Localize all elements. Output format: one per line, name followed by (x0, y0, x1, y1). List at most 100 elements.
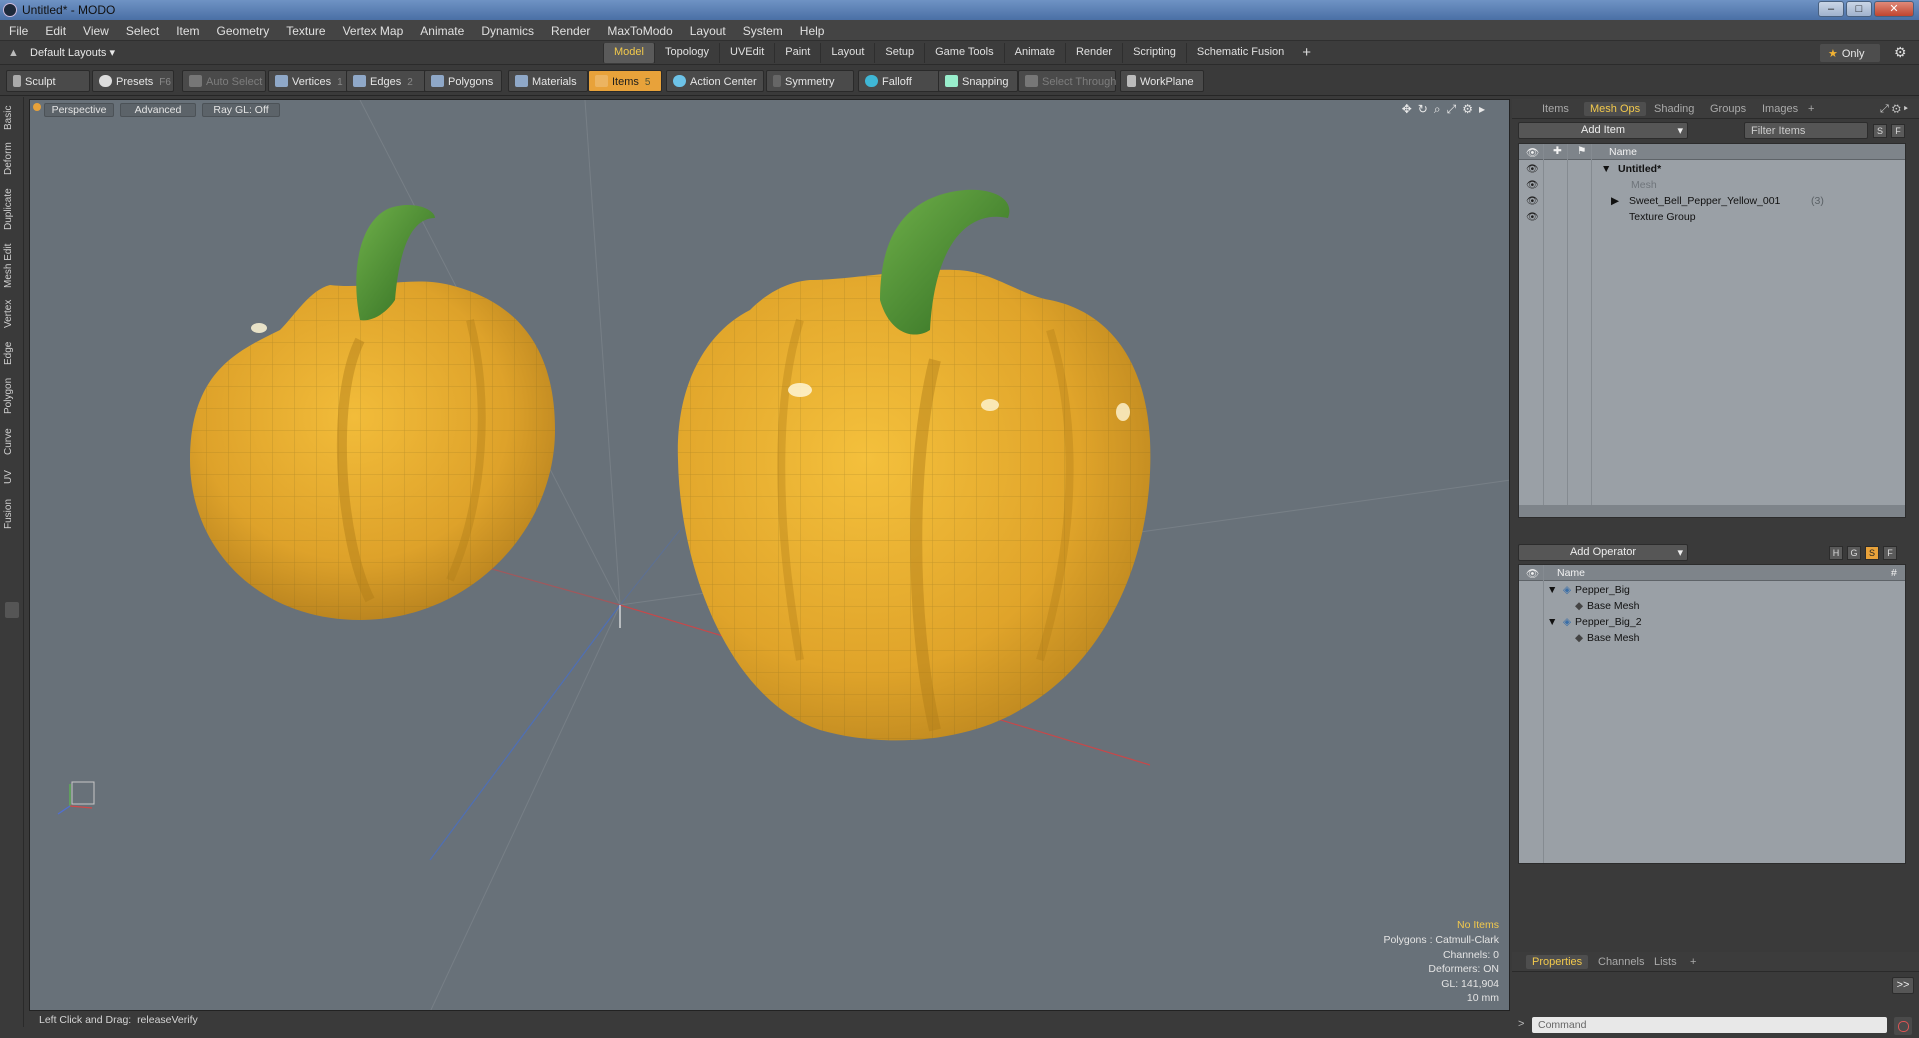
record-macro-button[interactable] (1894, 1017, 1912, 1035)
menu-system[interactable]: System (734, 20, 791, 41)
tab-layout[interactable]: Layout (820, 43, 874, 63)
panel-expand-icon[interactable]: ⤢ ⚙ ▸ (1874, 102, 1914, 117)
add-properties-tab-button[interactable]: + (1684, 955, 1702, 969)
menu-layout[interactable]: Layout (681, 20, 734, 41)
g-toggle-button[interactable]: G (1847, 546, 1861, 560)
shading-mode-button[interactable]: Advanced (120, 103, 196, 117)
s-filter-button[interactable]: S (1865, 546, 1879, 560)
expand-arrow-icon[interactable]: ▼ (1547, 584, 1557, 596)
tab-items[interactable]: Items (1536, 102, 1575, 116)
expand-properties-button[interactable]: >> (1892, 977, 1914, 994)
menu-edit[interactable]: Edit (36, 20, 74, 41)
menu-animate[interactable]: Animate (411, 20, 472, 41)
symmetry-button[interactable]: Symmetry (766, 70, 854, 92)
sculpt-button[interactable]: Sculpt (6, 70, 90, 92)
tab-game-tools[interactable]: Game Tools (924, 43, 1004, 63)
menu-geometry[interactable]: Geometry (208, 20, 278, 41)
vtab-curve[interactable]: Curve (3, 425, 21, 459)
tabs-options-button[interactable] (5, 602, 19, 618)
action-center-button[interactable]: Action Center (666, 70, 764, 92)
vtab-uv[interactable]: UV (3, 467, 21, 487)
maximize-button[interactable]: □ (1846, 1, 1872, 17)
only-toggle[interactable]: ★ Only (1820, 44, 1880, 62)
menu-maxtomodo[interactable]: MaxToModo (598, 20, 680, 41)
f-filter-button[interactable]: F (1883, 546, 1897, 560)
snapping-button[interactable]: Snapping (938, 70, 1018, 92)
h-toggle-button[interactable]: H (1829, 546, 1843, 560)
viewport-menu-dot[interactable] (33, 103, 41, 111)
f-toggle-button[interactable]: F (1891, 124, 1905, 138)
viewport-gear-icon[interactable]: ⚙ (1462, 102, 1479, 116)
viewport-expand-icon[interactable]: ▸ (1479, 102, 1491, 116)
tab-shading[interactable]: Shading (1648, 102, 1700, 116)
tab-mesh-ops[interactable]: Mesh Ops (1584, 102, 1647, 116)
rotate-icon[interactable]: ↻ (1418, 102, 1434, 116)
eye-icon[interactable]: 👁 (1526, 212, 1539, 223)
layouts-dropdown[interactable]: Default Layouts ▾ (30, 46, 115, 59)
workplane-button[interactable]: WorkPlane (1120, 70, 1204, 92)
view-mode-button[interactable]: Perspective (44, 103, 114, 117)
tab-properties[interactable]: Properties (1526, 955, 1589, 969)
expand-arrow-icon[interactable]: ▶ (1611, 195, 1619, 207)
tab-scripting[interactable]: Scripting (1122, 43, 1186, 63)
menu-texture[interactable]: Texture (277, 20, 333, 41)
raygl-button[interactable]: Ray GL: Off (202, 103, 280, 117)
tab-model[interactable]: Model (603, 43, 654, 63)
tree-row-mesh[interactable]: 👁 Mesh (1519, 178, 1905, 194)
vtab-edge[interactable]: Edge (3, 339, 21, 367)
3d-viewport[interactable]: Perspective Advanced Ray GL: Off ✥↻⌕⤢⚙▸ … (29, 99, 1510, 1011)
vtab-mesh-edit[interactable]: Mesh Edit (3, 241, 21, 291)
tab-schematic-fusion[interactable]: Schematic Fusion (1185, 43, 1294, 63)
menu-item[interactable]: Item (167, 20, 207, 41)
add-tab-button[interactable]: + (1294, 43, 1319, 63)
fit-icon[interactable]: ⤢ (1447, 102, 1463, 116)
vertices-button[interactable]: Vertices 1 (268, 70, 352, 92)
menu-view[interactable]: View (74, 20, 117, 41)
materials-button[interactable]: Materials (508, 70, 588, 92)
pan-icon[interactable]: ✥ (1402, 102, 1418, 116)
tab-topology[interactable]: Topology (653, 43, 719, 63)
menu-render[interactable]: Render (542, 20, 598, 41)
tab-groups[interactable]: Groups (1704, 102, 1752, 116)
falloff-button[interactable]: Falloff (858, 70, 940, 92)
auto-select-button[interactable]: Auto Select (182, 70, 266, 92)
menu-help[interactable]: Help (791, 20, 833, 41)
meshop-row-base-mesh-2[interactable]: ◆ Base Mesh (1519, 631, 1905, 647)
add-operator-button[interactable]: Add Operator ▾ (1518, 544, 1688, 561)
tab-animate[interactable]: Animate (1003, 43, 1065, 63)
filter-items-input[interactable]: Filter Items (1744, 122, 1868, 139)
tree-row-texture-group[interactable]: 👁 Texture Group (1519, 210, 1905, 226)
expand-arrow-icon[interactable]: ▼ (1547, 616, 1557, 628)
meshop-row-pepper-big[interactable]: ▼ ◈ Pepper_Big (1519, 583, 1905, 599)
select-through-button[interactable]: Select Through (1018, 70, 1116, 92)
tab-paint[interactable]: Paint (774, 43, 820, 63)
polygons-button[interactable]: Polygons (424, 70, 502, 92)
zoom-icon[interactable]: ⌕ (1434, 102, 1447, 116)
vtab-vertex[interactable]: Vertex (3, 297, 21, 331)
tab-lists[interactable]: Lists (1648, 955, 1683, 969)
vtab-polygon[interactable]: Polygon (3, 375, 21, 417)
minimize-button[interactable]: – (1818, 1, 1844, 17)
meshop-row-base-mesh[interactable]: ◆ Base Mesh (1519, 599, 1905, 615)
tab-images[interactable]: Images (1756, 102, 1804, 116)
gear-icon[interactable]: ⚙ (1894, 44, 1907, 61)
vtab-deform[interactable]: Deform (3, 141, 21, 177)
tab-uvedit[interactable]: UVEdit (719, 43, 774, 63)
add-panel-tab-button[interactable]: + (1802, 102, 1820, 116)
tab-render[interactable]: Render (1064, 43, 1122, 63)
tree-row-untitled[interactable]: 👁 ▼ Untitled* (1519, 162, 1905, 178)
edges-button[interactable]: Edges 2 (346, 70, 426, 92)
meshop-row-pepper-big-2[interactable]: ▼ ◈ Pepper_Big_2 (1519, 615, 1905, 631)
menu-select[interactable]: Select (117, 20, 167, 41)
add-item-button[interactable]: Add Item ▾ (1518, 122, 1688, 139)
vtab-duplicate[interactable]: Duplicate (3, 185, 21, 233)
tree-row-pepper-group[interactable]: 👁 ▶ Sweet_Bell_Pepper_Yellow_001 (3) (1519, 194, 1905, 210)
menu-dynamics[interactable]: Dynamics (472, 20, 542, 41)
eye-icon[interactable]: 👁 (1526, 164, 1539, 175)
vtab-fusion[interactable]: Fusion (3, 495, 21, 533)
tab-channels[interactable]: Channels (1592, 955, 1650, 969)
expand-arrow-icon[interactable]: ▼ (1601, 163, 1611, 175)
eye-icon[interactable]: 👁 (1526, 196, 1539, 207)
s-toggle-button[interactable]: S (1873, 124, 1887, 138)
tab-setup[interactable]: Setup (874, 43, 924, 63)
